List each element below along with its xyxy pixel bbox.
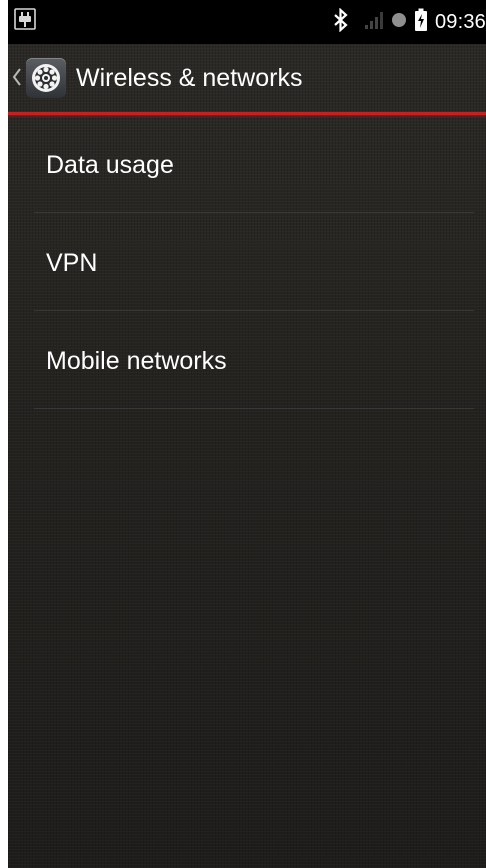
status-bar: 09:36 xyxy=(8,0,486,44)
list-item-vpn[interactable]: VPN xyxy=(8,213,486,311)
signal-icon xyxy=(364,10,384,35)
settings-gear-icon[interactable] xyxy=(26,58,66,98)
status-icons: 09:36 xyxy=(333,0,486,44)
usb-plug-icon xyxy=(14,8,36,30)
list-item-label: VPN xyxy=(46,249,98,277)
settings-list: Data usage VPN Mobile networks xyxy=(8,115,486,409)
settings-screen: 09:36 Wireless & networks Data usage VPN… xyxy=(8,0,486,868)
list-item-label: Mobile networks xyxy=(46,347,227,375)
action-bar[interactable]: Wireless & networks xyxy=(8,44,486,112)
list-item-label: Data usage xyxy=(46,151,174,179)
status-time: 09:36 xyxy=(434,10,486,33)
divider xyxy=(34,408,474,409)
page-title: Wireless & networks xyxy=(76,64,303,92)
bluetooth-icon xyxy=(333,7,349,37)
battery-charging-icon xyxy=(414,8,428,37)
list-item-mobile-networks[interactable]: Mobile networks xyxy=(8,311,486,409)
list-item-data-usage[interactable]: Data usage xyxy=(8,115,486,213)
sync-dot-icon xyxy=(391,12,407,33)
chevron-left-icon[interactable] xyxy=(12,68,22,86)
